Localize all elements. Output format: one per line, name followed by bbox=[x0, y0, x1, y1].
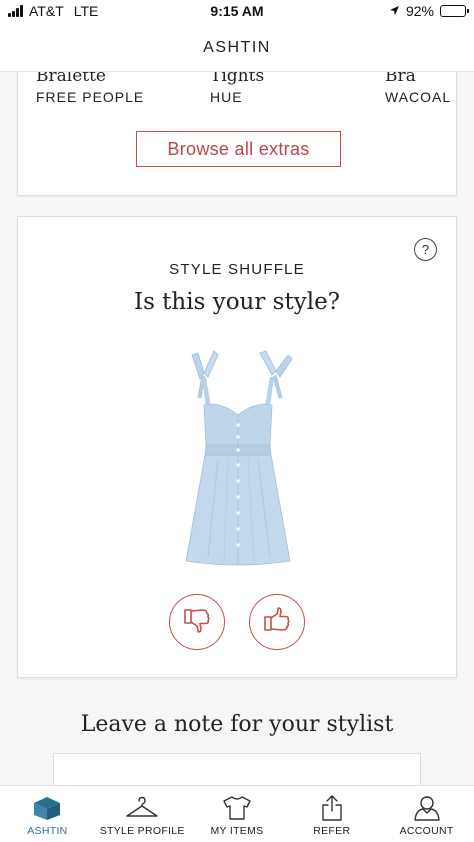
shirt-icon bbox=[220, 794, 254, 822]
battery-icon bbox=[440, 5, 469, 17]
page-title: ASHTIN bbox=[0, 24, 474, 72]
thumbs-down-icon bbox=[181, 604, 213, 641]
extra-item-brand: HUE bbox=[210, 89, 243, 105]
tab-label: MY ITEMS bbox=[210, 825, 264, 837]
status-bar: AT&T LTE 9:15 AM 92% bbox=[0, 0, 474, 24]
tab-refer[interactable]: REFER bbox=[284, 786, 379, 842]
location-arrow-icon bbox=[389, 3, 400, 19]
tab-label: ACCOUNT bbox=[399, 825, 454, 837]
person-icon bbox=[410, 794, 444, 822]
tab-label: ASHTIN bbox=[27, 825, 68, 837]
style-shuffle-question: Is this your style? bbox=[133, 289, 341, 315]
share-icon bbox=[315, 794, 349, 822]
status-right: 92% bbox=[389, 3, 469, 19]
battery-percent: 92% bbox=[405, 3, 434, 19]
tab-label: REFER bbox=[313, 825, 351, 837]
box-icon bbox=[30, 794, 64, 822]
thumbs-up-icon bbox=[261, 604, 293, 641]
extras-list: Bralette FREE PEOPLE Tights HUE Bra WACO… bbox=[18, 66, 456, 112]
like-button[interactable] bbox=[249, 594, 305, 650]
browse-extras-button[interactable]: Browse all extras bbox=[136, 131, 341, 167]
help-button[interactable]: ? bbox=[414, 238, 437, 261]
app-screen: AT&T LTE 9:15 AM 92% ASHTIN Bralette FRE… bbox=[0, 0, 474, 842]
extra-item-brand: FREE PEOPLE bbox=[36, 89, 145, 105]
style-shuffle-card: ? STYLE SHUFFLE Is this your style? bbox=[17, 216, 457, 678]
tab-account[interactable]: ACCOUNT bbox=[379, 786, 474, 842]
tab-bar: ASHTIN STYLE PROFILE MY ITEMS REFER ACCO… bbox=[0, 785, 474, 842]
tab-style-profile[interactable]: STYLE PROFILE bbox=[95, 786, 190, 842]
tab-ashtin[interactable]: ASHTIN bbox=[0, 786, 95, 842]
hanger-icon bbox=[125, 794, 159, 822]
dress-image bbox=[178, 349, 298, 574]
tab-label: STYLE PROFILE bbox=[99, 825, 185, 837]
dislike-button[interactable] bbox=[169, 594, 225, 650]
note-title: Leave a note for your stylist bbox=[80, 712, 394, 737]
extras-card: Bralette FREE PEOPLE Tights HUE Bra WACO… bbox=[17, 60, 457, 196]
style-shuffle-label: STYLE SHUFFLE bbox=[169, 261, 305, 278]
tab-my-items[interactable]: MY ITEMS bbox=[190, 786, 285, 842]
extra-item-brand: WACOAL bbox=[385, 89, 452, 105]
